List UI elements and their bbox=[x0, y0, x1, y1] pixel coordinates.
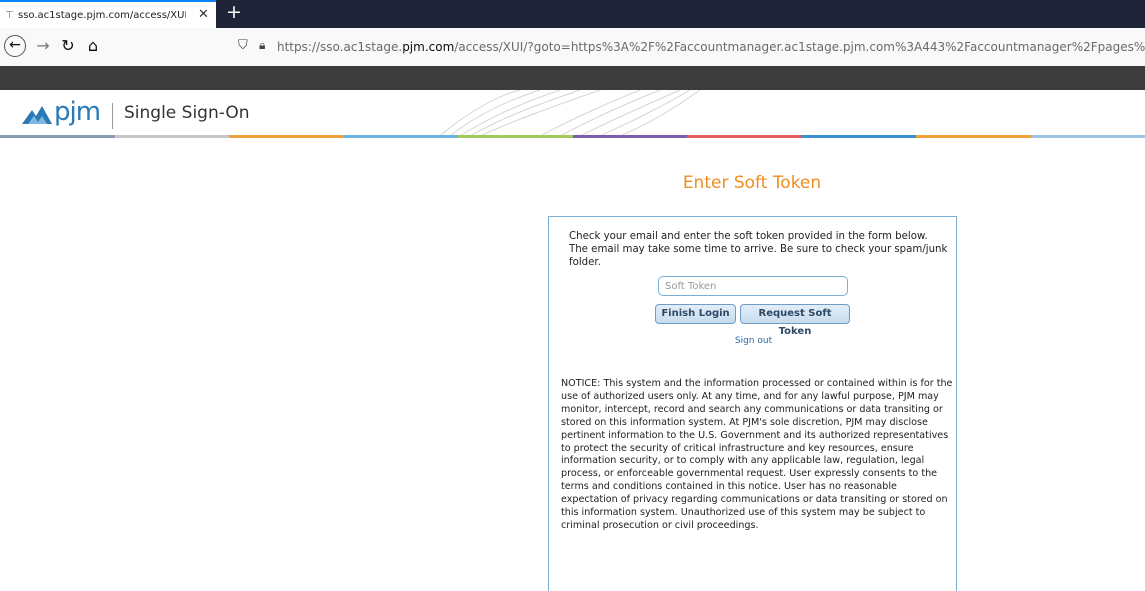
home-icon[interactable]: ⌂ bbox=[82, 35, 104, 57]
tab-close-icon[interactable]: ✕ bbox=[198, 7, 209, 22]
page-title: Single Sign-On bbox=[124, 103, 250, 123]
tab-favicon-icon: ⊤ bbox=[5, 10, 14, 21]
stripe-segment bbox=[0, 135, 115, 138]
lock-icon[interactable]: 🔒︎ bbox=[259, 38, 265, 53]
stripe-segment bbox=[114, 135, 229, 138]
notice-panel: NOTICE: This system and the information … bbox=[548, 368, 957, 591]
url-prefix: https://sso.ac1stage. bbox=[277, 40, 403, 54]
request-soft-token-button[interactable]: Request Soft Token bbox=[740, 304, 850, 337]
stripe-segment bbox=[916, 135, 1031, 138]
logo-wordmark: pjm bbox=[54, 97, 101, 127]
pjm-logo-icon bbox=[22, 106, 52, 124]
stripe-segment bbox=[687, 135, 802, 138]
tracking-shield-icon[interactable]: ⛉ bbox=[238, 38, 248, 53]
stripe-segment bbox=[458, 135, 573, 138]
browser-tab[interactable]: ⊤ sso.ac1stage.pjm.com/access/XUI ✕ bbox=[0, 0, 216, 28]
finish-login-button[interactable]: Finish Login bbox=[655, 304, 736, 324]
tab-title: sso.ac1stage.pjm.com/access/XUI bbox=[18, 10, 186, 21]
legal-notice-text: NOTICE: This system and the information … bbox=[561, 378, 953, 531]
stripe-segment bbox=[572, 135, 687, 138]
back-arrow-icon[interactable]: ← bbox=[4, 35, 26, 57]
stripe-segment bbox=[343, 135, 458, 138]
reload-icon[interactable]: ↻ bbox=[57, 35, 79, 57]
browser-tab-strip: ⊤ sso.ac1stage.pjm.com/access/XUI ✕ + bbox=[0, 0, 1145, 28]
header-divider bbox=[112, 103, 113, 129]
stripe-segment bbox=[801, 135, 916, 138]
sign-out-link[interactable]: Sign out bbox=[549, 336, 958, 346]
browser-navigation-bar: ← → ↻ ⌂ ⛉ 🔒︎ https://sso.ac1stage.pjm.co… bbox=[0, 28, 1145, 67]
page-heading: Enter Soft Token bbox=[682, 173, 822, 193]
address-bar[interactable]: https://sso.ac1stage.pjm.com/access/XUI/… bbox=[277, 40, 1145, 54]
stripe-segment bbox=[1030, 135, 1145, 138]
instructions-text: Check your email and enter the soft toke… bbox=[569, 231, 948, 268]
new-tab-plus-icon[interactable]: + bbox=[226, 2, 242, 22]
forward-arrow-icon[interactable]: → bbox=[32, 35, 54, 57]
url-domain: pjm.com bbox=[402, 40, 455, 54]
stripe-segment bbox=[229, 135, 344, 138]
soft-token-input[interactable] bbox=[658, 276, 848, 296]
header-color-stripe bbox=[0, 135, 1145, 138]
soft-token-panel: Check your email and enter the soft toke… bbox=[548, 216, 957, 376]
url-suffix: /access/XUI/?goto=https%3A%2F%2Faccountm… bbox=[454, 40, 1145, 54]
toolbar-strip bbox=[0, 66, 1145, 90]
